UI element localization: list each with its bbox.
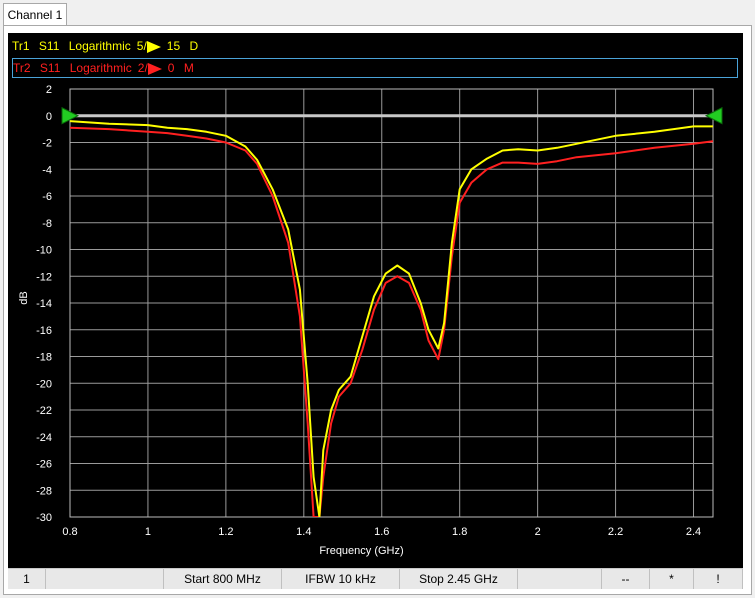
trace-line-tr1 [70, 120, 713, 517]
y-tick-label: -22 [36, 405, 52, 417]
x-tick-label: 1 [145, 526, 151, 538]
y-tick-label: -30 [36, 512, 52, 524]
y-tick-label: 2 [46, 84, 52, 96]
y-tick-label: -12 [36, 271, 52, 283]
y-tick-label: -16 [36, 325, 52, 337]
y-tick-label: -24 [36, 432, 52, 444]
right-reference-marker-icon [704, 106, 723, 125]
status-spacer-2 [518, 569, 602, 589]
measurement-screen: Tr1 S11 Logarithmic 5/15 D Tr2 S11 Logari… [8, 33, 743, 568]
y-tick-label: -6 [42, 191, 52, 203]
y-tick-label: -20 [36, 378, 52, 390]
tab-channel-1[interactable]: Channel 1 [3, 3, 67, 26]
y-tick-label: 0 [46, 111, 52, 123]
x-tick-label: 0.8 [62, 526, 77, 538]
y-axis-label: dB [18, 291, 30, 304]
y-tick-label: -10 [36, 245, 52, 257]
y-tick-label: -4 [42, 164, 52, 176]
status-channel[interactable]: 1 [8, 569, 46, 589]
status-start[interactable]: Start 800 MHz [164, 569, 282, 589]
x-tick-label: 2.2 [608, 526, 623, 538]
x-tick-label: 1.2 [218, 526, 233, 538]
x-axis-label: Frequency (GHz) [319, 545, 403, 557]
status-spacer [46, 569, 164, 589]
status-field-a: -- [602, 569, 650, 589]
status-stop[interactable]: Stop 2.45 GHz [400, 569, 518, 589]
trace-line-tr2 [70, 126, 713, 517]
y-tick-label: -26 [36, 459, 52, 471]
y-tick-label: -14 [36, 298, 52, 310]
x-tick-label: 1.4 [296, 526, 311, 538]
x-tick-label: 2.4 [686, 526, 701, 538]
x-tick-label: 1.6 [374, 526, 389, 538]
status-bar: 1 Start 800 MHz IFBW 10 kHz Stop 2.45 GH… [8, 568, 743, 589]
status-field-c: ! [694, 569, 743, 589]
status-ifbw[interactable]: IFBW 10 kHz [282, 569, 400, 589]
x-tick-label: 2 [535, 526, 541, 538]
s11-chart[interactable]: 0.8 1 1.2 1.4 1.6 1.8 2 2.2 2.4 2 0 -2 -4 -6 -8 -10 -12 -… [8, 33, 743, 568]
y-tick-label: -18 [36, 352, 52, 364]
y-tick-label: -8 [42, 218, 52, 230]
y-tick-label: -2 [42, 138, 52, 150]
y-tick-label: -28 [36, 485, 52, 497]
x-tick-label: 1.8 [452, 526, 467, 538]
status-field-b: * [650, 569, 694, 589]
